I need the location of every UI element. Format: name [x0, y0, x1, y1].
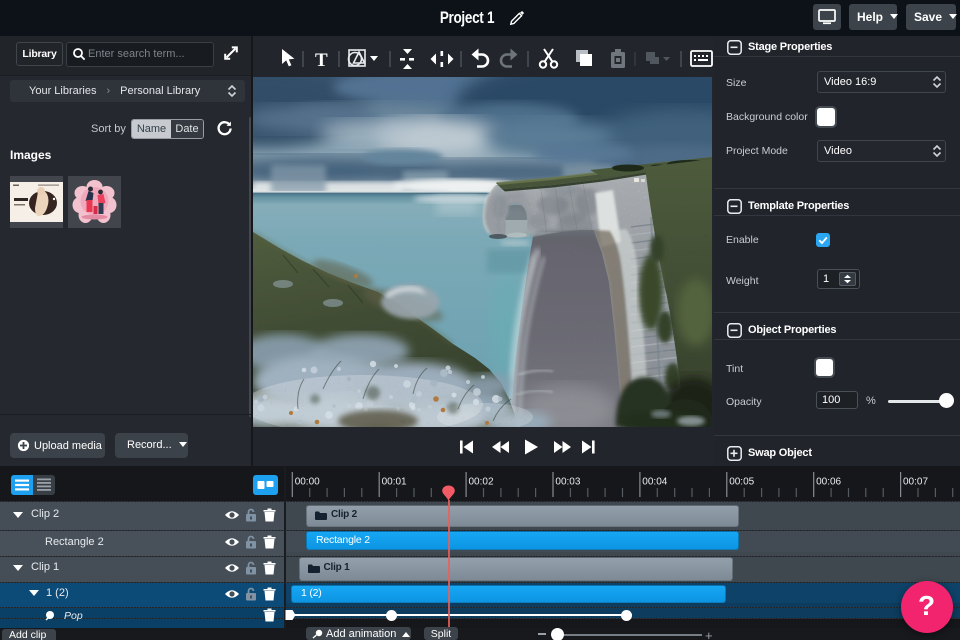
svg-text:00:04: 00:04 [642, 477, 667, 488]
svg-text:00:03: 00:03 [555, 477, 580, 488]
svg-text:00:07: 00:07 [903, 477, 928, 488]
svg-text:00:02: 00:02 [469, 477, 494, 488]
svg-text:00:00: 00:00 [295, 477, 320, 488]
svg-text:00:05: 00:05 [729, 477, 754, 488]
svg-text:00:01: 00:01 [382, 477, 407, 488]
svg-text:00:06: 00:06 [816, 477, 841, 488]
svg-text:T: T [315, 50, 328, 71]
